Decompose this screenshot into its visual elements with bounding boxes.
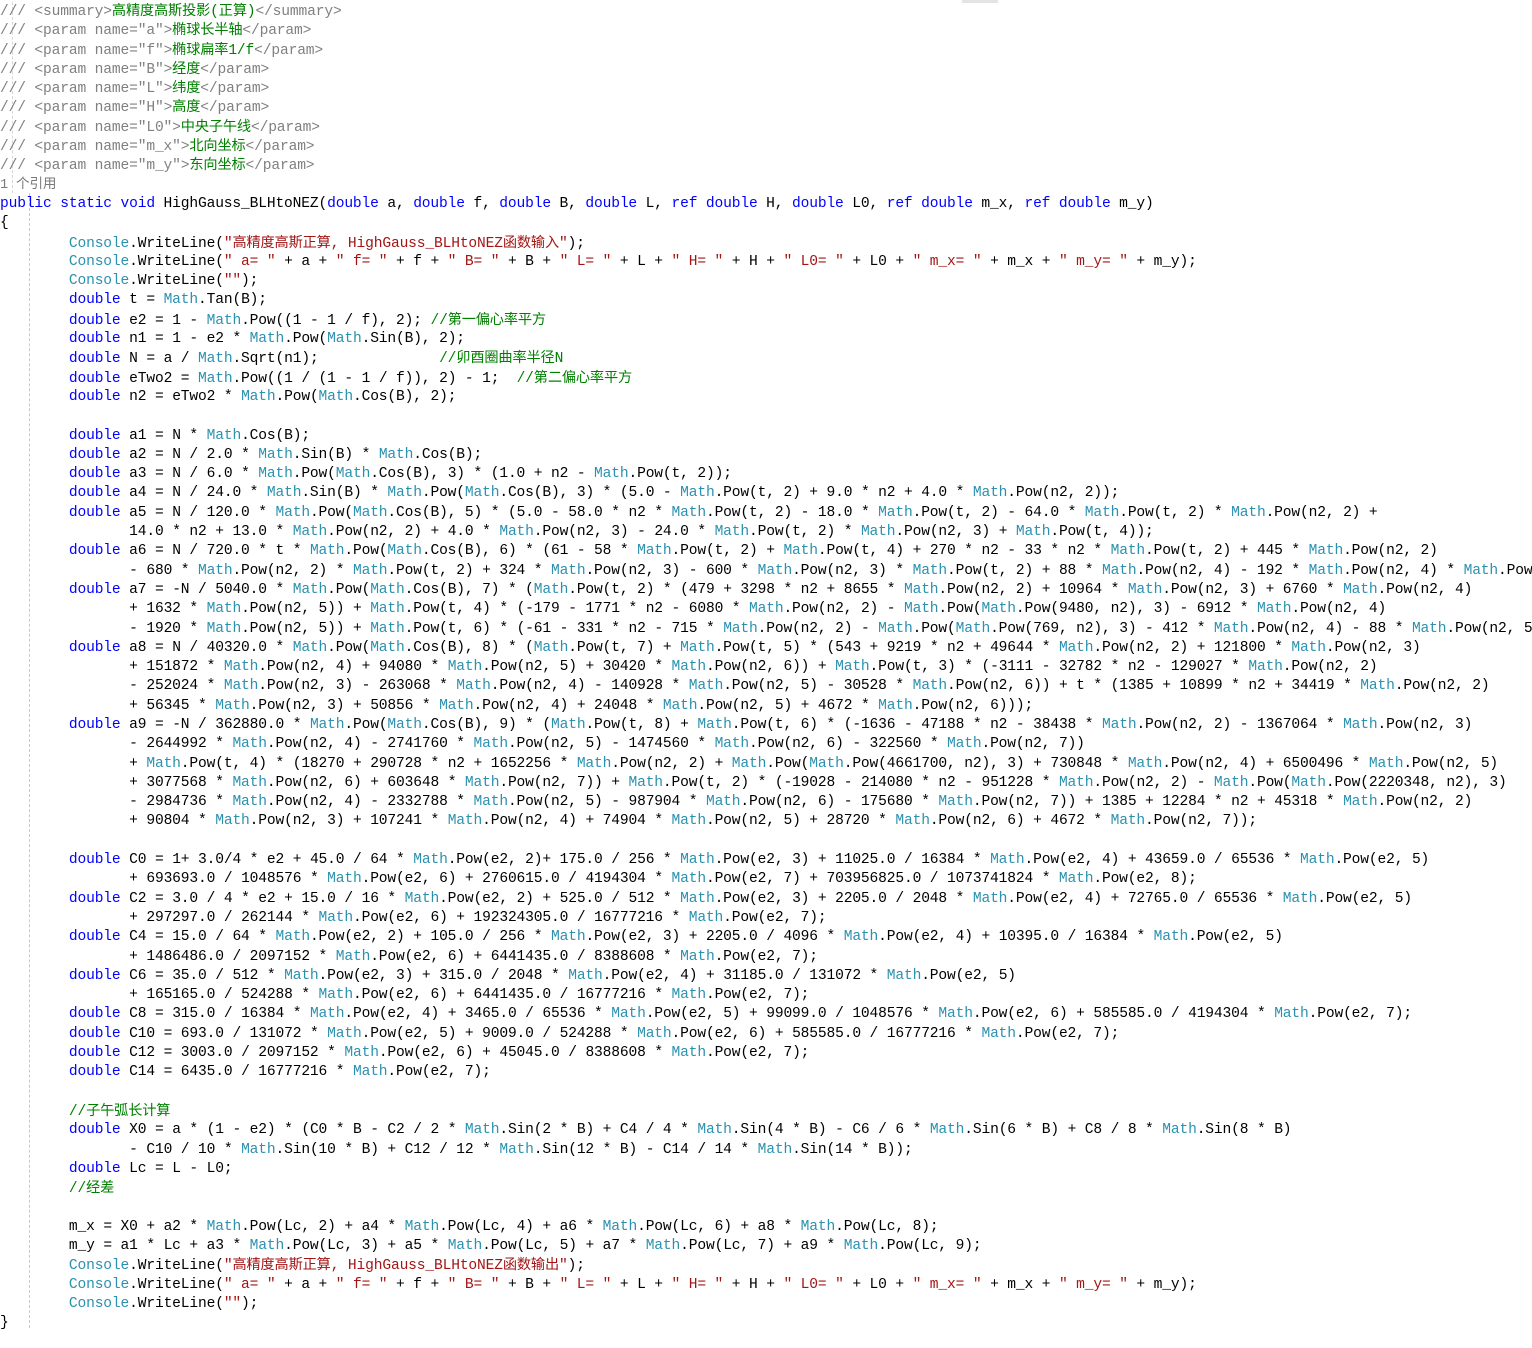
code-line: double C6 = 35.0 / 512 * Math.Pow(e2, 3)… bbox=[68, 967, 1016, 984]
code-line: + 1486486.0 / 2097152 * Math.Pow(e2, 6) … bbox=[129, 948, 818, 965]
code-line: double C10 = 693.0 / 131072 * Math.Pow(e… bbox=[68, 1025, 1120, 1042]
doc-param-line: /// <param name="H">高度</param> bbox=[0, 99, 270, 117]
code-line: + 3077568 * Math.Pow(n2, 6) + 603648 * M… bbox=[129, 774, 1507, 791]
code-line: double Lc = L - L0; bbox=[68, 1160, 233, 1177]
code-line: Console.WriteLine("高精度高斯正算, HighGauss_BL… bbox=[68, 1257, 585, 1275]
code-line: double C12 = 3003.0 / 2097152 * Math.Pow… bbox=[68, 1045, 810, 1062]
code-line: double a7 = -N / 5040.0 * Math.Pow(Math.… bbox=[68, 581, 1473, 598]
code-line: + 1632 * Math.Pow(n2, 5)) + Math.Pow(t, … bbox=[129, 601, 1387, 618]
code-line: + 693693.0 / 1048576 * Math.Pow(e2, 6) +… bbox=[129, 871, 1197, 888]
code-line: - 680 * Math.Pow(n2, 2) * Math.Pow(t, 2)… bbox=[129, 562, 1532, 579]
code-line: double N = a / Math.Sqrt(n1); //卯酉圈曲率半径N bbox=[68, 350, 564, 368]
method-closing-brace: } bbox=[0, 1314, 1532, 1333]
code-line: 14.0 * n2 + 13.0 * Math.Pow(n2, 2) + 4.0… bbox=[129, 524, 1154, 541]
code-line: double a1 = N * Math.Cos(B); bbox=[68, 427, 310, 444]
doc-param-line: /// <param name="f">椭球扁率1/f</param> bbox=[0, 41, 324, 59]
code-editor-surface[interactable]: /// <summary>高精度高斯投影(正算)</summary> /// <p… bbox=[0, 0, 1532, 1348]
doc-param-line: /// <param name="m_x">北向坐标</param> bbox=[0, 138, 315, 156]
code-line: double C0 = 1+ 3.0/4 * e2 + 45.0 / 64 * … bbox=[68, 852, 1430, 869]
code-line: m_x = X0 + a2 * Math.Pow(Lc, 2) + a4 * M… bbox=[68, 1218, 939, 1235]
doc-summary-line: /// <summary>高精度高斯投影(正算)</summary> bbox=[0, 3, 342, 20]
doc-param-line: /// <param name="L">纬度</param> bbox=[0, 80, 270, 98]
code-line: - C10 / 10 * Math.Sin(10 * B) + C12 / 12… bbox=[129, 1141, 913, 1158]
xml-doc-comment-block: /// <summary>高精度高斯投影(正算)</summary> /// <p… bbox=[0, 2, 1532, 176]
codelens-reference-count[interactable]: 1 个引用 bbox=[0, 176, 1532, 195]
open-brace-line: { bbox=[0, 215, 9, 232]
code-line: double a2 = N / 2.0 * Math.Sin(B) * Math… bbox=[68, 446, 483, 463]
code-line: - 252024 * Math.Pow(n2, 3) - 263068 * Ma… bbox=[129, 678, 1490, 695]
code-line: double t = Math.Tan(B); bbox=[68, 292, 267, 309]
code-line: Console.WriteLine("高精度高斯正算, HighGauss_BL… bbox=[68, 234, 585, 252]
code-line: double a8 = N / 40320.0 * Math.Pow(Math.… bbox=[68, 639, 1421, 656]
code-line: double X0 = a * (1 - e2) * (C0 * B - C2 … bbox=[68, 1122, 1292, 1139]
code-line: + 56345 * Math.Pow(n2, 3) + 50856 * Math… bbox=[129, 697, 1034, 714]
code-line: - 2984736 * Math.Pow(n2, 4) - 2332788 * … bbox=[129, 794, 1473, 811]
code-line: double a5 = N / 120.0 * Math.Pow(Math.Co… bbox=[68, 504, 1378, 521]
code-line: double a6 = N / 720.0 * t * Math.Pow(Mat… bbox=[68, 543, 1438, 560]
code-line: + 90804 * Math.Pow(n2, 3) + 107241 * Mat… bbox=[129, 813, 1257, 830]
code-line: double eTwo2 = Math.Pow((1 / (1 - 1 / f)… bbox=[68, 369, 633, 387]
doc-param-line: /// <param name="B">经度</param> bbox=[0, 60, 270, 78]
code-line: double n2 = eTwo2 * Math.Pow(Math.Cos(B)… bbox=[68, 388, 457, 405]
close-brace-line: } bbox=[0, 1315, 9, 1332]
code-line: Console.WriteLine(""); bbox=[68, 273, 259, 290]
code-line: double C2 = 3.0 / 4 * e2 + 15.0 / 16 * M… bbox=[68, 890, 1412, 907]
doc-param-line: /// <param name="a">椭球长半轴</param> bbox=[0, 22, 312, 40]
code-line: - 2644992 * Math.Pow(n2, 4) - 2741760 * … bbox=[129, 736, 1085, 753]
code-line: Console.WriteLine(""); bbox=[68, 1295, 259, 1312]
method-signature-line: public static void HighGauss_BLHtoNEZ(do… bbox=[0, 195, 1154, 212]
code-line: m_y = a1 * Lc + a3 * Math.Pow(Lc, 3) + a… bbox=[68, 1238, 982, 1254]
method-signature-block: public static void HighGauss_BLHtoNEZ(do… bbox=[0, 195, 1532, 234]
code-line: Console.WriteLine(" a= " + a + " f= " + … bbox=[68, 1276, 1197, 1293]
method-body-block: Console.WriteLine("高精度高斯正算, HighGauss_BL… bbox=[0, 234, 1532, 1315]
code-line: - 1920 * Math.Pow(n2, 5)) + Math.Pow(t, … bbox=[129, 620, 1532, 637]
code-line: double a4 = N / 24.0 * Math.Sin(B) * Mat… bbox=[68, 485, 1120, 502]
code-line: + 297297.0 / 262144 * Math.Pow(e2, 6) + … bbox=[129, 909, 827, 926]
code-lines-container: /// <summary>高精度高斯投影(正算)</summary> /// <p… bbox=[0, 0, 1532, 1333]
code-line: //子午弧长计算 bbox=[68, 1102, 171, 1120]
doc-param-line: /// <param name="m_y">东向坐标</param> bbox=[0, 157, 315, 175]
code-line: double e2 = 1 - Math.Pow((1 - 1 / f), 2)… bbox=[68, 311, 546, 329]
code-line: double C14 = 6435.0 / 16777216 * Math.Po… bbox=[68, 1064, 491, 1081]
code-line: double C8 = 315.0 / 16384 * Math.Pow(e2,… bbox=[68, 1006, 1412, 1023]
code-line: double n1 = 1 - e2 * Math.Pow(Math.Sin(B… bbox=[68, 331, 465, 348]
code-line: Console.WriteLine(" a= " + a + " f= " + … bbox=[68, 253, 1197, 270]
code-line: + 165165.0 / 524288 * Math.Pow(e2, 6) + … bbox=[129, 987, 810, 1004]
doc-param-line: /// <param name="L0">中央子午线</param> bbox=[0, 118, 320, 136]
code-line: //经差 bbox=[68, 1180, 115, 1198]
code-line: + Math.Pow(t, 4) * (18270 + 290728 * n2 … bbox=[129, 755, 1499, 772]
code-line: double C4 = 15.0 / 64 * Math.Pow(e2, 2) … bbox=[68, 929, 1283, 946]
code-line: double a9 = -N / 362880.0 * Math.Pow(Mat… bbox=[68, 716, 1473, 733]
code-line: double a3 = N / 6.0 * Math.Pow(Math.Cos(… bbox=[68, 466, 732, 483]
code-line: + 151872 * Math.Pow(n2, 4) + 94080 * Mat… bbox=[129, 659, 1378, 676]
